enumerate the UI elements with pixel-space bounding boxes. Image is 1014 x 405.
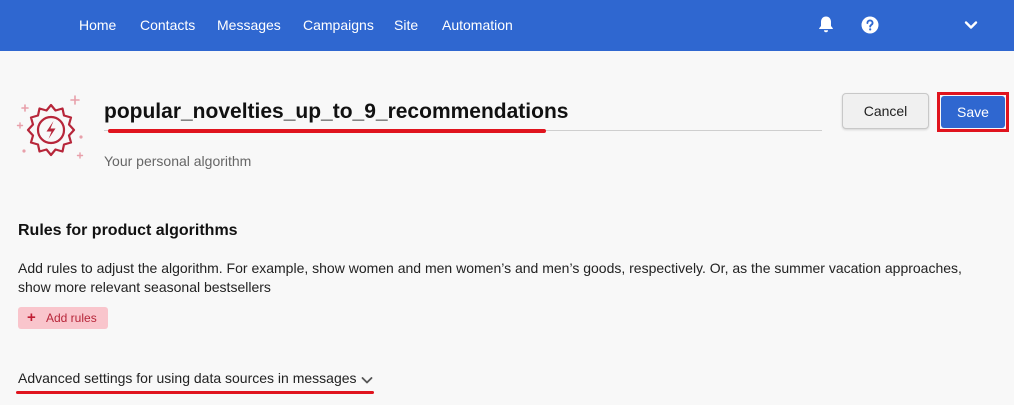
bell-icon[interactable] [817, 15, 835, 33]
chevron-down-icon[interactable] [361, 376, 373, 385]
account-menu-chevron-icon[interactable] [964, 19, 978, 31]
title-highlight-mark [108, 129, 546, 133]
add-rules-button[interactable]: + Add rules [18, 307, 108, 329]
help-icon[interactable] [861, 16, 879, 34]
nav-automation[interactable]: Automation [442, 17, 513, 34]
cancel-button[interactable]: Cancel [842, 93, 929, 129]
lightning-badge-icon [16, 95, 84, 159]
top-navigation-bar: Home Contacts Messages Campaigns Site Au… [0, 0, 1014, 51]
nav-campaigns[interactable]: Campaigns [303, 17, 374, 34]
plus-icon: + [27, 309, 36, 326]
advanced-highlight-mark [16, 391, 374, 394]
nav-home[interactable]: Home [79, 17, 116, 34]
nav-messages[interactable]: Messages [217, 17, 281, 34]
rules-heading: Rules for product algorithms [18, 222, 238, 239]
nav-site[interactable]: Site [394, 17, 418, 34]
algorithm-subtitle: Your personal algorithm [104, 153, 252, 169]
add-rules-label: Add rules [46, 311, 97, 325]
rules-description: Add rules to adjust the algorithm. For e… [18, 260, 962, 295]
advanced-settings-toggle[interactable]: Advanced settings for using data sources… [18, 370, 357, 387]
algorithm-title[interactable]: popular_novelties_up_to_9_recommendation… [104, 99, 568, 125]
save-button[interactable]: Save [941, 96, 1005, 128]
nav-contacts[interactable]: Contacts [140, 17, 195, 34]
